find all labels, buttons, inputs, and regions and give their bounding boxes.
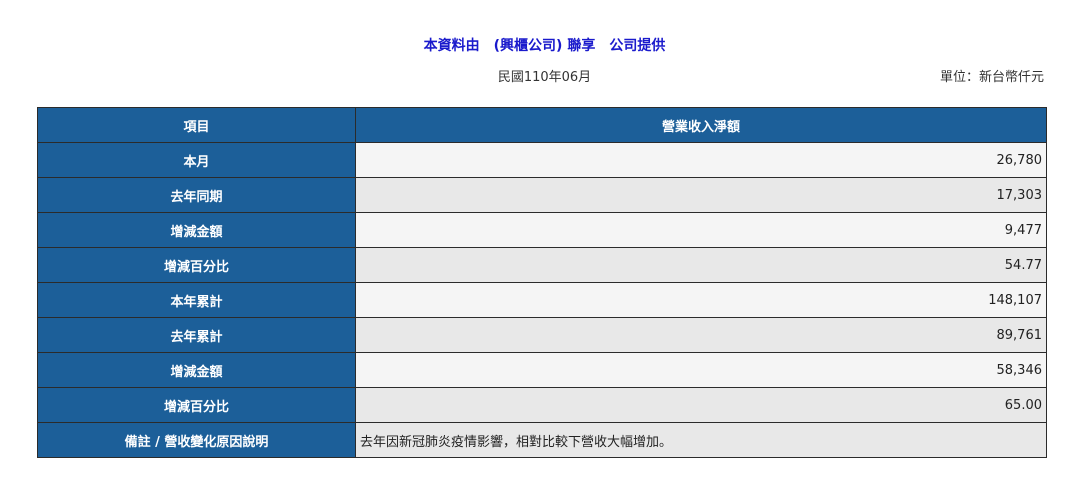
row-label: 去年同期 — [37, 177, 356, 213]
row-value: 148,107 — [355, 282, 1047, 318]
row-value: 58,346 — [355, 352, 1047, 388]
row-label: 增減金額 — [37, 352, 356, 388]
column-header-item: 項目 — [37, 107, 356, 143]
table-header-row: 項目 營業收入淨額 — [37, 107, 1047, 143]
row-label: 本年累計 — [37, 282, 356, 318]
source-title: 本資料由 (興櫃公司) 聯享 公司提供 — [423, 38, 666, 54]
row-value: 89,761 — [355, 317, 1047, 353]
row-label: 本月 — [37, 142, 356, 178]
row-value: 26,780 — [355, 142, 1047, 178]
row-value: 54.77 — [355, 247, 1047, 283]
row-value: 65.00 — [355, 387, 1047, 423]
sub-header: 民國110年06月 單位：新台幣仟元 — [0, 66, 1089, 86]
note-row: 備註 / 營收變化原因說明 去年因新冠肺炎疫情影響，相對比較下營收大幅增加。 — [37, 422, 1047, 458]
column-header-revenue: 營業收入淨額 — [355, 107, 1047, 143]
table-row: 本年累計 148,107 — [37, 282, 1047, 318]
note-label: 備註 / 營收變化原因說明 — [37, 422, 356, 458]
table-row: 增減百分比 65.00 — [37, 387, 1047, 423]
currency-unit: 單位：新台幣仟元 — [939, 70, 1044, 85]
table-row: 去年同期 17,303 — [37, 177, 1047, 213]
row-label: 增減金額 — [37, 212, 356, 248]
report-period: 民國110年06月 — [497, 70, 592, 85]
row-value: 9,477 — [355, 212, 1047, 248]
row-label: 增減百分比 — [37, 387, 356, 423]
note-text: 去年因新冠肺炎疫情影響，相對比較下營收大幅增加。 — [355, 422, 1047, 458]
table-row: 增減百分比 54.77 — [37, 247, 1047, 283]
table-row: 本月 26,780 — [37, 142, 1047, 178]
table-row: 增減金額 9,477 — [37, 212, 1047, 248]
row-value: 17,303 — [355, 177, 1047, 213]
revenue-table: 項目 營業收入淨額 本月 26,780 去年同期 17,303 增減金額 9,4… — [37, 107, 1047, 458]
table-row: 增減金額 58,346 — [37, 352, 1047, 388]
row-label: 去年累計 — [37, 317, 356, 353]
table-row: 去年累計 89,761 — [37, 317, 1047, 353]
row-label: 增減百分比 — [37, 247, 356, 283]
